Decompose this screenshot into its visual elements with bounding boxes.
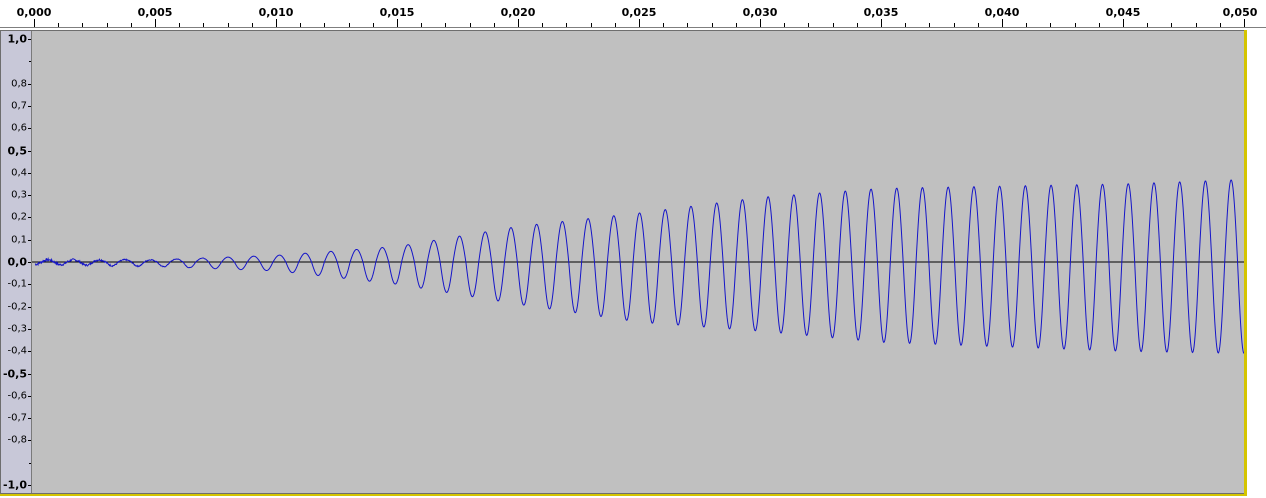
amplitude-tick <box>28 329 31 330</box>
audio-track[interactable]: 1,0 0,8 0,7 0,6 0,5 0,4 0,3 0,2 0,1 0,0 -0,1 -0,2 -0… <box>0 30 1246 494</box>
amplitude-tick <box>28 151 31 152</box>
amplitude-tick <box>28 284 31 285</box>
amplitude-label: 0,6 <box>11 122 27 134</box>
timeline-major-tick <box>518 19 519 27</box>
timeline-major-tick <box>155 19 156 27</box>
amplitude-label: 0,3 <box>11 189 27 201</box>
amplitude-tick <box>28 195 31 196</box>
amplitude-label: 1,0 <box>7 32 28 46</box>
amplitude-tick <box>28 39 31 40</box>
amplitude-label: -0,8 <box>7 434 27 446</box>
amplitude-label: -0,7 <box>7 412 27 424</box>
waveform-line <box>34 179 1245 354</box>
timeline-label: 0,025 <box>621 6 657 19</box>
amplitude-tick <box>28 307 31 308</box>
amplitude-label: -0,3 <box>7 323 27 335</box>
timeline-label: 0,005 <box>137 6 173 19</box>
amplitude-minor-tick <box>29 463 31 464</box>
amplitude-minor-tick <box>29 61 31 62</box>
timeline-major-tick <box>639 19 640 27</box>
amplitude-label: -0,4 <box>7 345 27 357</box>
timeline-major-tick <box>397 19 398 27</box>
timeline-divider <box>0 27 1266 28</box>
amplitude-label: -0,1 <box>7 278 27 290</box>
timeline-label: 0,015 <box>379 6 415 19</box>
track-bottom-border <box>0 494 1247 496</box>
amplitude-label: 0,5 <box>7 144 28 157</box>
timeline-major-tick <box>881 19 882 27</box>
amplitude-label: 0,4 <box>11 167 27 179</box>
selection-edge <box>1244 30 1247 494</box>
amplitude-label: -0,5 <box>2 367 27 380</box>
amplitude-tick <box>28 485 31 486</box>
timeline-label: 0,035 <box>863 6 899 19</box>
amplitude-tick <box>28 217 31 218</box>
timeline-label: 0,000 <box>16 6 52 19</box>
amplitude-label: -1,0 <box>2 478 27 492</box>
amplitude-tick <box>28 440 31 441</box>
waveform-plot <box>32 179 1245 354</box>
amplitude-ruler: 1,0 0,8 0,7 0,6 0,5 0,4 0,3 0,2 0,1 0,0 -0,1 -0,2 -0… <box>1 31 32 493</box>
timeline-label: 0,050 <box>1222 6 1258 19</box>
amplitude-tick <box>28 240 31 241</box>
timeline-major-tick <box>276 19 277 27</box>
amplitude-tick <box>28 106 31 107</box>
amplitude-label: 0,0 <box>7 255 28 269</box>
timeline-major-tick <box>1123 19 1124 27</box>
timeline-major-tick <box>34 19 35 27</box>
amplitude-label: -0,6 <box>7 390 27 402</box>
amplitude-tick <box>28 418 31 419</box>
timeline-major-tick <box>1244 19 1245 27</box>
amplitude-tick <box>28 351 31 352</box>
amplitude-tick <box>28 396 31 397</box>
timeline-major-tick <box>1002 19 1003 27</box>
amplitude-tick <box>28 84 31 85</box>
timeline-label: 0,010 <box>258 6 294 19</box>
timeline-label: 0,040 <box>984 6 1020 19</box>
amplitude-label: 0,1 <box>11 234 27 246</box>
timeline-label: 0,020 <box>500 6 536 19</box>
amplitude-label: 0,7 <box>11 100 27 112</box>
amplitude-label: 0,8 <box>11 78 27 90</box>
timeline-major-tick <box>760 19 761 27</box>
amplitude-tick <box>28 173 31 174</box>
amplitude-tick <box>28 262 31 263</box>
timeline-label: 0,045 <box>1105 6 1141 19</box>
amplitude-label: 0,2 <box>11 211 27 223</box>
amplitude-label: -0,2 <box>7 301 27 313</box>
timeline-label: 0,030 <box>742 6 778 19</box>
amplitude-tick <box>28 374 31 375</box>
timeline-ruler[interactable]: 0,000 0,005 0,010 0,015 0,020 0,025 0,030 0,035… <box>0 0 1266 28</box>
waveform-area[interactable] <box>32 31 1245 493</box>
amplitude-tick <box>28 128 31 129</box>
